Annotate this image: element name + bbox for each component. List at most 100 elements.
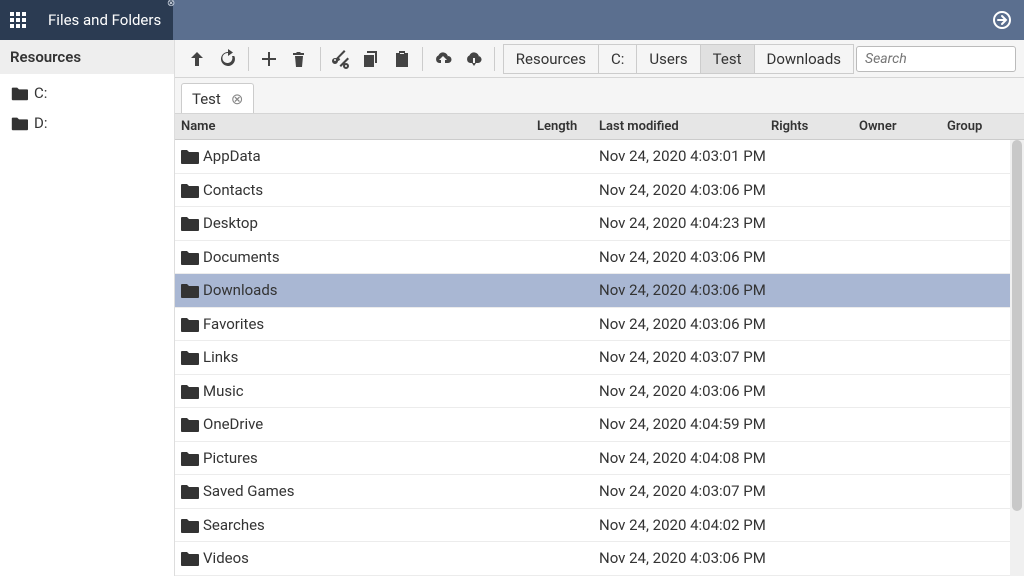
sidebar-item[interactable]: C: <box>0 78 174 108</box>
breadcrumb-item[interactable]: Downloads <box>754 44 855 74</box>
row-modified: Nov 24, 2020 4:03:06 PM <box>599 248 771 266</box>
col-header-rights[interactable]: Rights <box>771 119 859 134</box>
scissors-icon <box>331 49 351 69</box>
folder-icon <box>175 481 203 501</box>
folder-icon <box>175 515 203 535</box>
scrollbar-thumb[interactable] <box>1012 140 1022 511</box>
delete-button[interactable] <box>285 44 313 74</box>
separator-2 <box>320 47 321 71</box>
tab-label: Test <box>192 90 221 108</box>
up-button[interactable] <box>183 44 211 74</box>
app-title-tab[interactable]: Files and Folders ⊗ <box>36 0 173 40</box>
row-modified: Nov 24, 2020 4:03:07 PM <box>599 482 771 500</box>
file-row[interactable]: Contacts Nov 24, 2020 4:03:06 PM <box>175 174 1024 208</box>
clipboard-icon <box>392 49 412 69</box>
search-input[interactable] <box>856 46 1016 72</box>
folder-tab[interactable]: Test ⊗ <box>181 83 254 113</box>
row-name: Desktop <box>203 214 537 232</box>
folder-icon <box>175 448 203 468</box>
main-panel: ResourcesC:UsersTestDownloads Test⊗ Name… <box>175 40 1024 576</box>
row-name: AppData <box>203 147 537 165</box>
row-name: Music <box>203 382 537 400</box>
tab-close-icon[interactable]: ⊗ <box>231 90 244 108</box>
upload-button[interactable] <box>429 44 457 74</box>
file-row[interactable]: Documents Nov 24, 2020 4:03:06 PM <box>175 241 1024 275</box>
search-container <box>856 46 1016 72</box>
row-modified: Nov 24, 2020 4:03:07 PM <box>599 348 771 366</box>
trash-icon <box>289 49 309 69</box>
file-row[interactable]: Desktop Nov 24, 2020 4:04:23 PM <box>175 207 1024 241</box>
file-list: AppData Nov 24, 2020 4:03:01 PM Contacts No… <box>175 140 1024 576</box>
file-row[interactable]: VideosNov 24, 2020 4:03:06 PM <box>175 542 1024 576</box>
col-header-group[interactable]: Group <box>947 119 1007 134</box>
col-header-name[interactable]: Name <box>175 119 537 134</box>
cloud-download-icon <box>464 49 484 69</box>
row-name: Favorites <box>203 315 537 333</box>
file-row[interactable]: MusicNov 24, 2020 4:03:06 PM <box>175 375 1024 409</box>
sidebar-tree: C: D: <box>0 74 174 142</box>
row-modified: Nov 24, 2020 4:03:06 PM <box>599 181 771 199</box>
close-app-icon[interactable]: ⊗ <box>167 0 175 9</box>
row-name: Downloads <box>203 281 537 299</box>
row-name: Documents <box>203 248 537 266</box>
new-button[interactable] <box>255 44 283 74</box>
logout-icon <box>992 10 1012 30</box>
sidebar-title: Resources <box>0 40 174 74</box>
breadcrumbs: ResourcesC:UsersTestDownloads <box>503 44 854 74</box>
row-name: Pictures <box>203 449 537 467</box>
cloud-upload-icon <box>433 49 453 69</box>
folder-icon <box>10 84 28 102</box>
folder-icon <box>175 213 203 233</box>
file-row[interactable]: DownloadsNov 24, 2020 4:03:06 PM <box>175 274 1024 308</box>
folder-icon <box>10 114 28 132</box>
file-row[interactable]: PicturesNov 24, 2020 4:04:08 PM <box>175 442 1024 476</box>
file-row[interactable]: OneDrive Nov 24, 2020 4:04:59 PM <box>175 408 1024 442</box>
row-modified: Nov 24, 2020 4:04:23 PM <box>599 214 771 232</box>
file-row[interactable]: AppData Nov 24, 2020 4:03:01 PM <box>175 140 1024 174</box>
folder-icon <box>175 347 203 367</box>
folder-icon <box>175 314 203 334</box>
sidebar-item-label: C: <box>34 84 47 102</box>
sidebar: Resources C: D: <box>0 40 175 576</box>
col-header-owner[interactable]: Owner <box>859 119 947 134</box>
breadcrumb-item[interactable]: Users <box>636 44 699 74</box>
refresh-button[interactable] <box>213 44 241 74</box>
sidebar-item-label: D: <box>34 114 47 132</box>
row-name: Searches <box>203 516 537 534</box>
download-button[interactable] <box>459 44 487 74</box>
column-headers: Name Length Last modified Rights Owner G… <box>175 114 1024 140</box>
logout-button[interactable] <box>980 0 1024 40</box>
row-modified: Nov 24, 2020 4:03:06 PM <box>599 315 771 333</box>
col-header-length[interactable]: Length <box>537 119 599 134</box>
file-row[interactable]: Favorites Nov 24, 2020 4:03:06 PM <box>175 308 1024 342</box>
breadcrumb-item[interactable]: Resources <box>503 44 598 74</box>
folder-icon <box>175 146 203 166</box>
folder-tabstrip: Test ⊗ <box>175 78 1024 114</box>
file-row[interactable]: LinksNov 24, 2020 4:03:07 PM <box>175 341 1024 375</box>
breadcrumb-item[interactable]: C: <box>598 44 636 74</box>
copy-button[interactable] <box>357 44 385 74</box>
file-row[interactable]: Saved GamesNov 24, 2020 4:03:07 PM <box>175 475 1024 509</box>
separator-1 <box>248 47 249 71</box>
cut-button[interactable] <box>327 44 355 74</box>
separator-4 <box>494 47 495 71</box>
topbar: Files and Folders ⊗ <box>0 0 1024 40</box>
scrollbar[interactable] <box>1010 140 1024 576</box>
folder-icon <box>175 548 203 568</box>
breadcrumb-item[interactable]: Test <box>700 44 754 74</box>
apps-grid-icon <box>10 12 26 28</box>
sidebar-item[interactable]: D: <box>0 108 174 138</box>
row-modified: Nov 24, 2020 4:03:01 PM <box>599 147 771 165</box>
paste-button[interactable] <box>388 44 416 74</box>
row-name: Contacts <box>203 181 537 199</box>
separator-3 <box>422 47 423 71</box>
folder-icon <box>175 180 203 200</box>
row-modified: Nov 24, 2020 4:04:59 PM <box>599 415 771 433</box>
folder-icon <box>175 280 203 300</box>
arrow-up-icon <box>187 49 207 69</box>
folder-icon <box>175 247 203 267</box>
col-header-modified[interactable]: Last modified <box>599 119 771 134</box>
file-row[interactable]: SearchesNov 24, 2020 4:04:02 PM <box>175 509 1024 543</box>
row-name: OneDrive <box>203 415 537 433</box>
apps-menu-button[interactable] <box>0 0 36 40</box>
